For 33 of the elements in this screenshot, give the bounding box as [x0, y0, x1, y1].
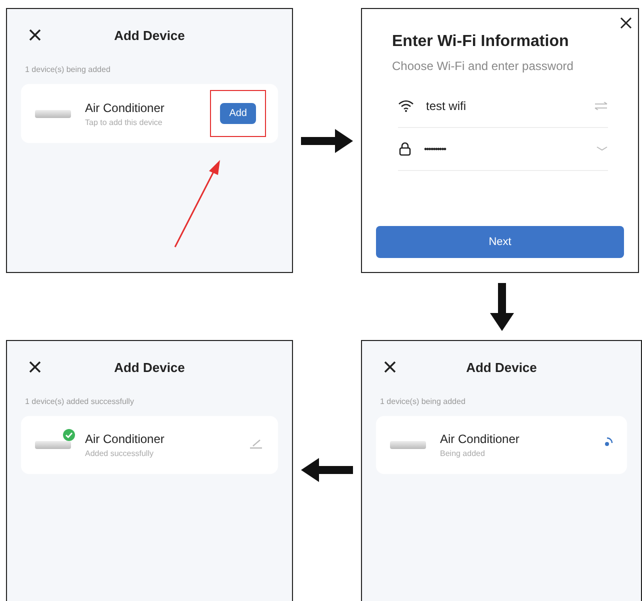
form-subtitle: Choose Wi-Fi and enter password — [392, 59, 574, 73]
down-arrow-icon — [490, 282, 514, 330]
device-name: Air Conditioner — [440, 432, 520, 446]
lock-icon — [398, 142, 412, 156]
wifi-icon — [398, 100, 414, 112]
password-field[interactable]: •••••••••• — [424, 144, 584, 154]
device-name: Air Conditioner — [85, 100, 166, 114]
air-conditioner-image — [35, 110, 71, 118]
status-text: 1 device(s) being added — [380, 397, 466, 406]
device-status: Added successfully — [85, 449, 154, 458]
device-status: Tap to add this device — [85, 118, 164, 126]
add-button[interactable]: Add — [220, 103, 256, 124]
device-card[interactable]: Air Conditioner Tap to add this device Add — [21, 84, 278, 143]
screen-title: Add Device — [114, 360, 185, 374]
screen-title: Add Device — [114, 28, 185, 42]
close-icon[interactable] — [620, 17, 632, 29]
right-arrow-icon — [301, 128, 353, 152]
next-button[interactable]: Next — [376, 226, 624, 258]
screen-title: Add Device — [466, 360, 537, 374]
air-conditioner-image — [35, 441, 71, 449]
status-text: 1 device(s) being added — [25, 65, 112, 74]
form-title: Enter Wi-Fi Information — [392, 33, 570, 51]
device-card[interactable]: Air Conditioner Being added — [376, 416, 627, 474]
device-name: Air Conditioner — [85, 432, 166, 446]
close-icon[interactable] — [384, 361, 396, 373]
device-card[interactable]: Air Conditioner Added successfully — [21, 416, 278, 474]
status-text: 1 device(s) added successfully — [25, 397, 135, 406]
device-status: Being added — [440, 449, 486, 458]
close-icon[interactable] — [29, 361, 41, 373]
close-icon[interactable] — [29, 29, 41, 41]
air-conditioner-image — [390, 441, 426, 449]
network-field[interactable]: test wifi — [426, 99, 582, 113]
left-arrow-icon — [301, 458, 353, 482]
